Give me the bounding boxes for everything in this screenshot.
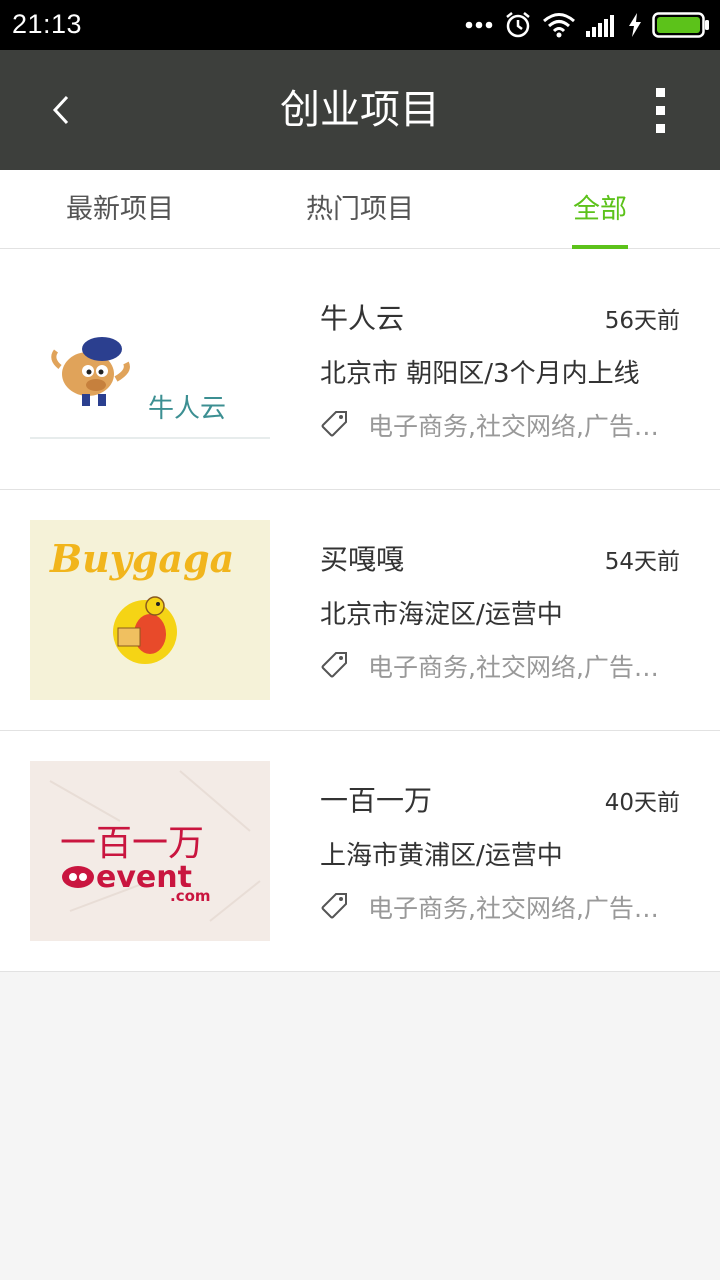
project-item[interactable]: 牛人云 牛人云 56天前 北京市 朝阳区/3个月内上线 电子商务,社交网络,广告… [0,249,720,490]
project-logo-text: 牛人云 [148,394,226,424]
project-location: 北京市海淀区/运营中 [320,600,563,630]
battery-icon [652,12,709,38]
tab-all-label: 全部 [573,194,627,225]
signal-icon [586,15,614,37]
wifi-icon [543,13,575,38]
overflow-menu-dot [655,123,665,133]
alarm-icon [506,12,530,38]
project-location: 北京市 朝阳区/3个月内上线 [320,359,640,389]
tab-all[interactable]: 全部 [560,170,640,249]
project-tags: 电子商务,社交网络,广告… [368,894,659,923]
project-logo-sub2: .com [170,887,211,905]
project-name: 买嘎嘎 [320,543,405,576]
more-dots-icon [465,21,493,29]
project-list: 牛人云 牛人云 56天前 北京市 朝阳区/3个月内上线 电子商务,社交网络,广告… [0,249,720,972]
tag-icon [321,893,347,919]
project-name: 牛人云 [320,302,405,335]
tag-icon [321,652,347,678]
project-tags: 电子商务,社交网络,广告… [368,653,659,682]
project-time-ago: 54天前 [604,549,680,575]
project-time-ago: 56天前 [604,308,680,334]
project-item[interactable]: Buygaga 买嘎嘎 54天前 北京市海淀区/运营中 电子商务,社交网络,广告… [0,490,720,731]
project-logo-text: 一百一万 [60,823,204,864]
project-logo-text: Buygaga [49,536,234,581]
project-logo: 一百一万 event .com [30,761,270,941]
tab-hot[interactable]: 热门项目 [280,170,440,249]
overflow-menu-button[interactable] [640,80,680,140]
tab-latest[interactable]: 最新项目 [40,170,200,249]
status-time: 21:13 [12,9,83,39]
status-bar: 21:13 [0,0,720,50]
project-location: 上海市黄浦区/运营中 [320,841,563,871]
charging-bolt-icon [629,13,641,37]
overflow-menu-icon [655,87,665,97]
project-tags: 电子商务,社交网络,广告… [368,412,659,441]
page-title: 创业项目 [280,87,440,133]
tag-icon [321,411,347,437]
overflow-menu-dot [655,105,665,115]
project-time-ago: 40天前 [604,790,680,816]
project-logo: Buygaga [30,520,270,700]
project-logo: 牛人云 [30,279,270,459]
project-name: 一百一万 [320,784,433,817]
status-icons [464,10,710,40]
project-item[interactable]: 一百一万 event .com 一百一万 40天前 上海市黄浦区/运营中 电子商… [0,731,720,972]
app-bar: 创业项目 [0,50,720,170]
tab-bar: 最新项目 热门项目 全部 [0,170,720,249]
